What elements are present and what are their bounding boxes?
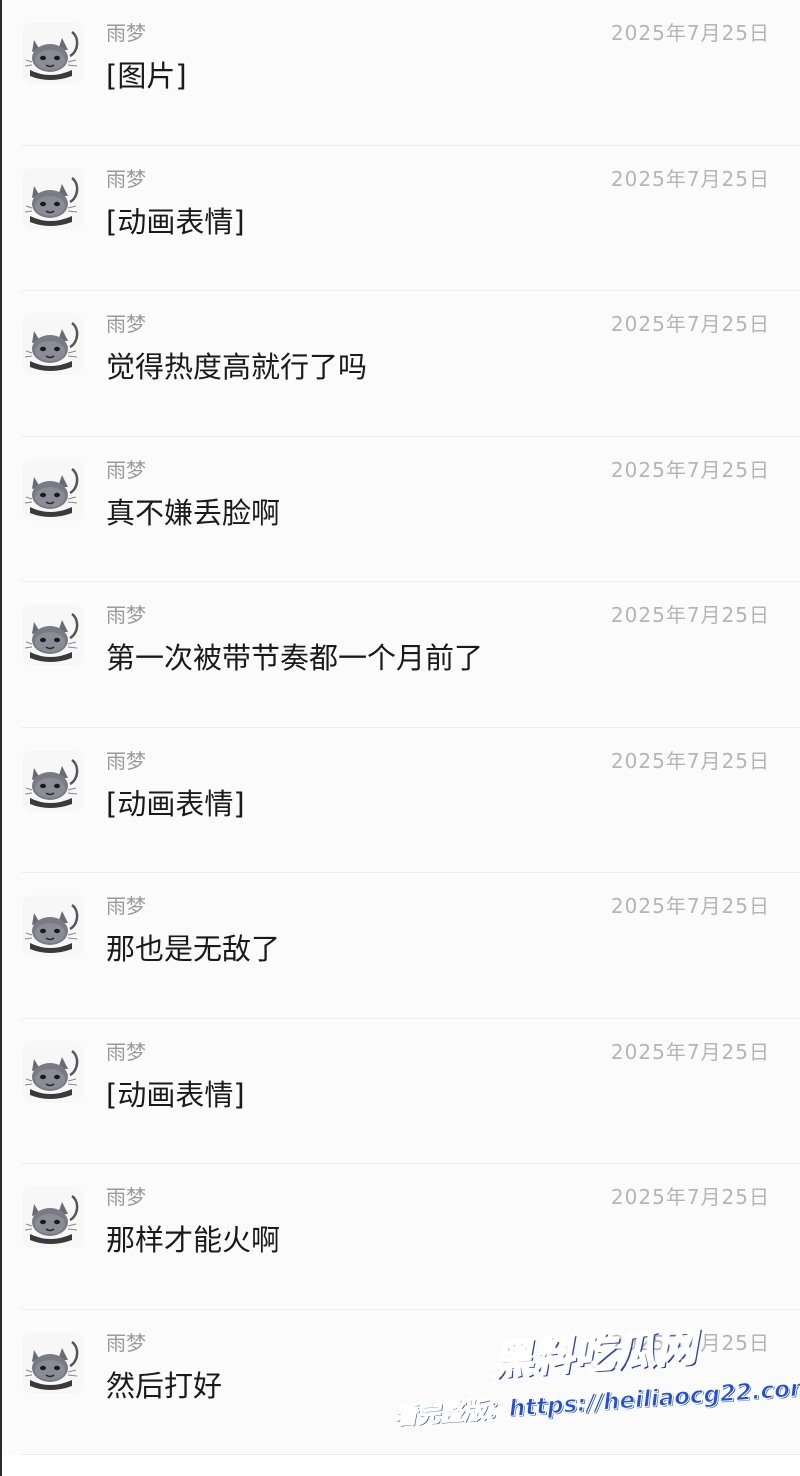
- message-item[interactable]: 雨梦 2025年7月25日 [动画表情]: [0, 145, 800, 291]
- avatar[interactable]: [22, 1331, 84, 1394]
- sender-name: 雨梦: [106, 1330, 146, 1355]
- message-time: 2025年7月25日: [610, 894, 770, 918]
- sender-name: 雨梦: [106, 1039, 146, 1064]
- message-text: [动画表情]: [106, 1077, 245, 1112]
- avatar[interactable]: [22, 458, 84, 521]
- message-text: 那也是无敌了: [106, 932, 281, 966]
- message-text: [图片]: [106, 59, 187, 93]
- message-item[interactable]: 雨梦 2025年7月25日 那也是无敌了: [0, 873, 800, 1019]
- message-text: 真不嫌丢脸啊: [106, 495, 281, 530]
- cat-avatar-icon: [22, 895, 84, 957]
- message-time: 2025年7月25日: [610, 748, 770, 773]
- message-time: 2025年7月25日: [610, 1039, 770, 1064]
- cat-avatar-icon: [22, 604, 84, 666]
- avatar[interactable]: [22, 604, 84, 666]
- avatar[interactable]: [22, 1040, 84, 1103]
- sender-name: 雨梦: [106, 312, 146, 336]
- message-text: 觉得热度高就行了吗: [106, 350, 368, 384]
- message-time: 2025年7月25日: [610, 1185, 770, 1209]
- sender-name: 雨梦: [106, 748, 146, 773]
- message-text: 然后打好: [106, 1368, 223, 1403]
- sender-name: 雨梦: [106, 603, 146, 627]
- message-time: 2025年7月25日: [610, 312, 770, 336]
- sender-name: 雨梦: [106, 21, 146, 45]
- sender-name: 雨梦: [106, 1185, 146, 1209]
- avatar[interactable]: [22, 313, 84, 375]
- message-time: 2025年7月25日: [610, 457, 770, 482]
- message-item[interactable]: 雨梦 2025年7月25日 真不嫌丢脸啊: [0, 436, 800, 582]
- message-text: 第一次被带节奏都一个月前了: [106, 641, 484, 675]
- message-item[interactable]: 雨梦 2025年7月25日 [图片]: [0, 0, 800, 146]
- cat-avatar-icon: [22, 22, 84, 84]
- cat-avatar-icon: [22, 1186, 84, 1248]
- avatar[interactable]: [22, 1186, 84, 1248]
- message-text: [动画表情]: [106, 204, 245, 239]
- cat-avatar-icon: [22, 313, 84, 375]
- message-list[interactable]: 雨梦 2025年7月25日 [图片] 雨梦 2025年7月25日 [动画表情] …: [0, 0, 800, 1455]
- cat-avatar-icon: [22, 1040, 84, 1103]
- message-text: [动画表情]: [106, 786, 245, 821]
- avatar[interactable]: [22, 749, 84, 812]
- message-time: 2025年7月25日: [610, 166, 770, 191]
- sender-name: 雨梦: [106, 457, 146, 482]
- cat-avatar-icon: [22, 1331, 84, 1394]
- message-time: 2025年7月25日: [610, 603, 770, 627]
- message-item[interactable]: 雨梦 2025年7月25日 [动画表情]: [0, 1018, 800, 1164]
- message-item[interactable]: 雨梦 2025年7月25日 那样才能火啊: [0, 1164, 800, 1310]
- cat-avatar-icon: [22, 458, 84, 521]
- message-time: 2025年7月25日: [610, 21, 770, 45]
- message-text: 那样才能火啊: [106, 1223, 281, 1257]
- message-item[interactable]: 雨梦 2025年7月25日 觉得热度高就行了吗: [0, 291, 800, 437]
- cat-avatar-icon: [22, 167, 84, 230]
- watermark-title: 黑料吃瓜网: [490, 1323, 700, 1385]
- message-item[interactable]: 雨梦 2025年7月25日 [动画表情]: [0, 727, 800, 873]
- avatar[interactable]: [22, 895, 84, 957]
- cat-avatar-icon: [22, 749, 84, 812]
- window-edge: [0, 0, 2, 1476]
- message-item[interactable]: 雨梦 2025年7月25日 第一次被带节奏都一个月前了: [0, 582, 800, 728]
- avatar[interactable]: [22, 22, 84, 84]
- sender-name: 雨梦: [106, 894, 146, 918]
- sender-name: 雨梦: [106, 166, 146, 191]
- avatar[interactable]: [22, 167, 84, 230]
